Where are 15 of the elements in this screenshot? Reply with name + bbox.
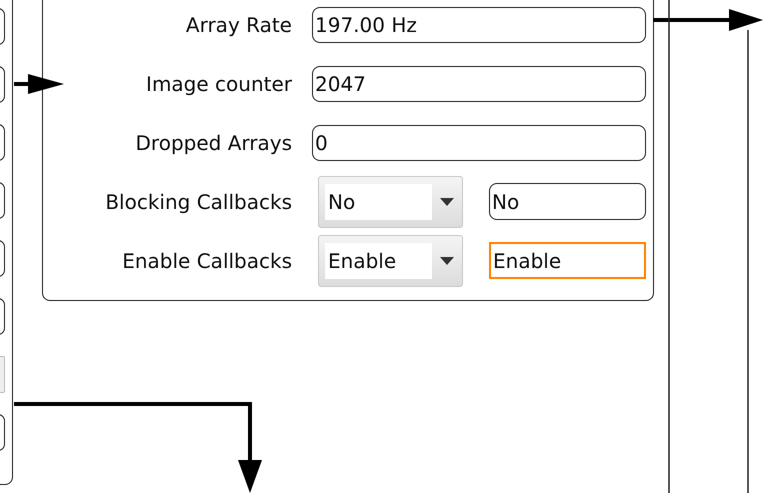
field-label: Blocking Callbacks (104, 190, 293, 214)
field-label: Enable Callbacks (121, 248, 293, 272)
value-field[interactable]: 197.00 Hz (312, 6, 646, 42)
value-field[interactable]: 0 (312, 124, 646, 160)
caret-icon (440, 256, 454, 264)
caret-icon (440, 198, 454, 206)
dropdown[interactable]: No (318, 176, 463, 228)
readback-field: Enable (489, 242, 646, 279)
field-label: Image counter (145, 72, 293, 96)
field-label: Array Rate (184, 12, 293, 36)
value-field[interactable]: 2047 (312, 66, 646, 102)
readback-field: No (489, 183, 646, 220)
field-label: Dropped Arrays (134, 130, 293, 154)
dropdown[interactable]: Enable (318, 234, 463, 286)
arrow (14, 74, 64, 94)
